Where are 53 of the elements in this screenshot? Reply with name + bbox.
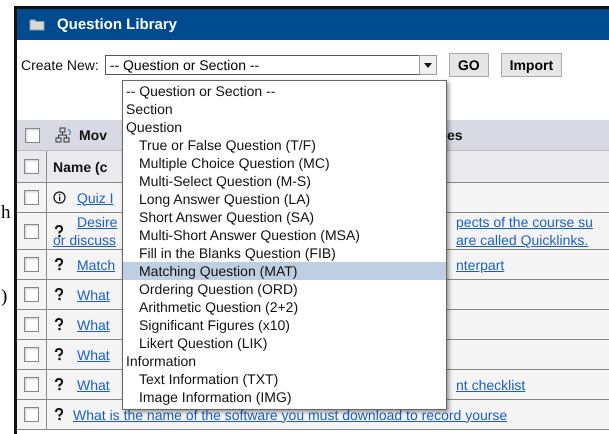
dropdown-option[interactable]: Multi-Select Question (M-S) — [123, 172, 446, 190]
panel-title: Question Library — [57, 16, 178, 33]
question-icon — [53, 288, 65, 301]
row-checkbox[interactable] — [24, 407, 39, 422]
go-button[interactable]: GO — [448, 53, 489, 77]
question-link[interactable]: nterpart — [456, 256, 609, 274]
name-column-header[interactable]: Name (c — [53, 158, 108, 174]
question-link[interactable]: pects of the course su — [456, 213, 609, 231]
row-checkbox[interactable] — [24, 287, 39, 302]
question-icon — [53, 348, 65, 361]
import-button[interactable]: Import — [500, 53, 562, 77]
margin-text: h — [1, 203, 12, 223]
dropdown-option[interactable]: Information — [123, 352, 446, 370]
hierarchy-icon[interactable] — [55, 127, 73, 143]
dropdown-option[interactable]: Likert Question (LIK) — [123, 334, 446, 352]
dropdown-option[interactable]: Ordering Question (ORD) — [123, 280, 446, 298]
dropdown-option[interactable]: Multiple Choice Question (MC) — [123, 154, 446, 172]
question-link[interactable]: nt checklist — [456, 376, 609, 394]
row-checkbox[interactable] — [24, 347, 39, 362]
row-checkbox[interactable] — [24, 317, 39, 332]
dropdown-option[interactable]: Significant Figures (x10) — [123, 316, 446, 334]
info-icon — [53, 191, 66, 204]
folder-icon — [29, 18, 45, 31]
move-action[interactable]: Mov — [79, 127, 107, 143]
question-link[interactable]: are called Quicklinks. — [456, 231, 609, 249]
header-checkbox[interactable] — [24, 159, 39, 174]
select-all-checkbox[interactable] — [24, 128, 40, 142]
question-icon — [53, 318, 65, 331]
dropdown-option[interactable]: Text Information (TXT) — [123, 370, 446, 388]
question-icon — [53, 258, 65, 271]
toolbar-label: es — [447, 127, 463, 143]
dropdown-option[interactable]: Multi-Short Answer Question (MSA) — [123, 226, 446, 244]
margin-text: ) — [1, 287, 8, 307]
dropdown-option[interactable]: Arithmetic Question (2+2) — [123, 298, 446, 316]
dropdown-option[interactable]: Image Information (IMG) — [123, 388, 446, 406]
dropdown-option[interactable]: Question — [123, 118, 446, 136]
row-checkbox[interactable] — [24, 377, 39, 392]
dropdown-option[interactable]: Matching Question (MAT) — [123, 262, 446, 280]
question-icon — [53, 408, 65, 421]
row-checkbox[interactable] — [24, 190, 39, 205]
dropdown-option[interactable]: True or False Question (T/F) — [123, 136, 446, 154]
row-checkbox[interactable] — [24, 257, 39, 272]
caret-icon[interactable] — [418, 55, 437, 75]
dropdown-option[interactable]: -- Question or Section -- — [123, 82, 446, 100]
row-checkbox[interactable] — [24, 224, 39, 238]
dropdown-option[interactable]: Section — [123, 100, 446, 118]
dropdown-option[interactable]: Short Answer Question (SA) — [123, 208, 446, 226]
dropdown-option[interactable]: Fill in the Blanks Question (FIB) — [123, 244, 446, 262]
question-icon — [53, 224, 65, 238]
dropdown-option[interactable]: Long Answer Question (LA) — [123, 190, 446, 208]
question-icon — [53, 378, 65, 391]
question-type-select[interactable]: -- Question or Section -- — [104, 55, 419, 75]
create-new-label: Create New: — [21, 57, 99, 73]
